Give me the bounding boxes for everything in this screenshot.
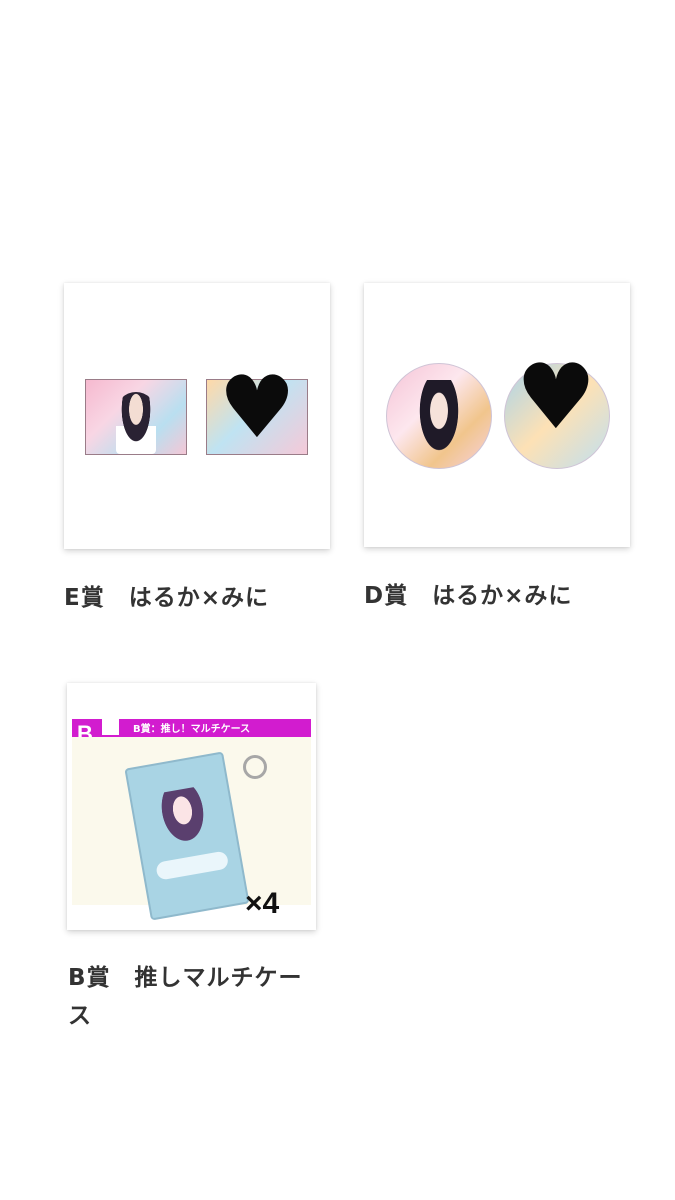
prize-b-caption-line1: B賞 推しマルチケー — [68, 965, 303, 991]
prize-card-d[interactable]: ♥ — [364, 283, 630, 547]
photo-card-left — [85, 379, 187, 455]
portrait-image — [116, 392, 156, 454]
black-heart-icon: ♥ — [218, 358, 296, 458]
black-heart-icon: ♥ — [515, 345, 597, 450]
banner-text: B賞：推し！マルチケース — [133, 724, 251, 735]
portrait-image — [411, 380, 467, 468]
prize-d-caption: D賞 はるか×みに — [364, 583, 573, 609]
can-badge-left — [386, 363, 492, 469]
quantity-label: ×4 — [245, 887, 280, 920]
prize-e-caption: E賞 はるか×みに — [64, 585, 269, 611]
keyring-icon — [243, 755, 267, 779]
prize-banner: B賞：推し！マルチケース — [119, 719, 311, 735]
prize-b-caption-line2: ス — [68, 1003, 92, 1029]
prize-card-b[interactable]: B賞：推し！マルチケース B ×4 — [67, 683, 316, 930]
prize-card-e[interactable]: ♥ — [64, 283, 330, 549]
